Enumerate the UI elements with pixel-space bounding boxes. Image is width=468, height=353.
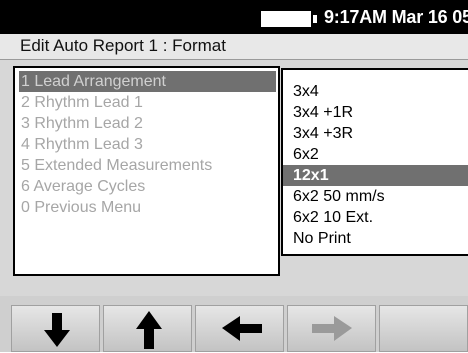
option-3x4-3r[interactable]: 3x4 +3R xyxy=(283,123,468,144)
option-12x1[interactable]: 12x1 xyxy=(283,165,468,186)
menu-item-rhythm-lead-1[interactable]: 2 Rhythm Lead 1 xyxy=(19,92,276,113)
title-bar: Edit Auto Report 1 : Format xyxy=(0,34,468,60)
softkey-left-button[interactable] xyxy=(195,305,284,352)
menu-item-average-cycles[interactable]: 6 Average Cycles xyxy=(19,176,276,197)
menu-item-lead-arrangement[interactable]: 1 Lead Arrangement xyxy=(19,71,276,92)
arrow-right-icon xyxy=(312,316,352,341)
clock: 9:17AM Mar 16 05 xyxy=(324,7,468,27)
option-3x4[interactable]: 3x4 xyxy=(283,81,468,102)
option-list: 3x4 3x4 +1R 3x4 +3R 6x2 12x1 6x2 50 mm/s… xyxy=(281,68,468,256)
menu-item-rhythm-lead-2[interactable]: 3 Rhythm Lead 2 xyxy=(19,113,276,134)
option-6x2[interactable]: 6x2 xyxy=(283,144,468,165)
arrow-up-icon xyxy=(136,311,162,349)
arrow-left-icon xyxy=(222,316,262,341)
arrow-down-icon xyxy=(44,313,70,347)
softkey-blank-button xyxy=(379,305,468,352)
option-3x4-1r[interactable]: 3x4 +1R xyxy=(283,102,468,123)
softkey-down-button[interactable] xyxy=(11,305,100,352)
main-menu: 1 Lead Arrangement 2 Rhythm Lead 1 3 Rhy… xyxy=(13,66,280,276)
option-6x2-10-ext[interactable]: 6x2 10 Ext. xyxy=(283,207,468,228)
menu-item-rhythm-lead-3[interactable]: 4 Rhythm Lead 3 xyxy=(19,134,276,155)
battery-icon xyxy=(261,11,317,27)
menu-item-previous-menu[interactable]: 0 Previous Menu xyxy=(19,197,276,218)
status-bar: 9:17AM Mar 16 05 xyxy=(0,0,468,34)
option-6x2-50mms[interactable]: 6x2 50 mm/s xyxy=(283,186,468,207)
option-no-print[interactable]: No Print xyxy=(283,228,468,249)
page-title: Edit Auto Report 1 : Format xyxy=(20,36,226,55)
softkey-right-button xyxy=(287,305,376,352)
softkey-up-button[interactable] xyxy=(103,305,192,352)
menu-item-extended-measurements[interactable]: 5 Extended Measurements xyxy=(19,155,276,176)
